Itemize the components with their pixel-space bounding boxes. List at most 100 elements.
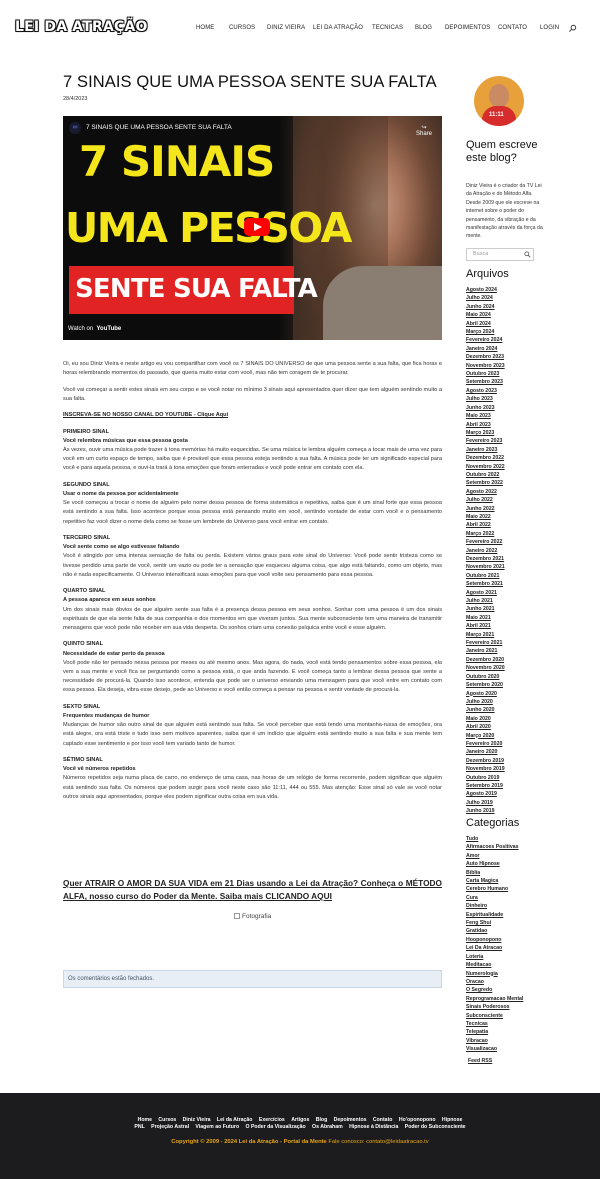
search-icon[interactable]: [568, 24, 577, 33]
category-link[interactable]: Afirmacoes Positivas: [466, 843, 544, 851]
nav-contato[interactable]: CONTATO: [498, 25, 527, 31]
category-link[interactable]: Feng Shui: [466, 919, 544, 927]
archive-link[interactable]: Novembro 2022: [466, 463, 544, 471]
archive-link[interactable]: Outubro 2021: [466, 572, 544, 580]
category-link[interactable]: Loteria: [466, 953, 544, 961]
search-icon[interactable]: [524, 251, 531, 258]
archive-link[interactable]: Abril 2023: [466, 421, 544, 429]
archive-link[interactable]: Dezembro 2022: [466, 454, 544, 462]
nav-depoimentos[interactable]: DEPOIMENTOS: [445, 25, 490, 31]
archive-link[interactable]: Dezembro 2020: [466, 656, 544, 664]
archive-link[interactable]: Outubro 2022: [466, 471, 544, 479]
archive-link[interactable]: Agosto 2024: [466, 286, 544, 294]
share-button[interactable]: ↪ Share: [416, 124, 432, 137]
archive-link[interactable]: Maio 2022: [466, 513, 544, 521]
archive-link[interactable]: Fevereiro 2020: [466, 740, 544, 748]
category-link[interactable]: Lei Da Atracao: [466, 944, 544, 952]
archive-link[interactable]: Setembro 2020: [466, 681, 544, 689]
archive-link[interactable]: Março 2020: [466, 732, 544, 740]
footer-nav-link[interactable]: Artigos: [291, 1117, 309, 1123]
category-link[interactable]: Hooponopono: [466, 936, 544, 944]
category-link[interactable]: Sinais Poderosos: [466, 1003, 544, 1011]
footer-nav-link[interactable]: Cursos: [158, 1117, 176, 1123]
archive-link[interactable]: Outubro 2020: [466, 673, 544, 681]
archive-link[interactable]: Março 2021: [466, 631, 544, 639]
nav-home[interactable]: HOME: [196, 25, 214, 31]
nav-login[interactable]: LOGIN: [540, 25, 559, 31]
watch-on-youtube-link[interactable]: Watch on YouTube: [68, 326, 121, 332]
archive-link[interactable]: Maio 2020: [466, 715, 544, 723]
category-link[interactable]: Numerologia: [466, 970, 544, 978]
archive-link[interactable]: Abril 2022: [466, 521, 544, 529]
archive-link[interactable]: Setembro 2022: [466, 479, 544, 487]
footer-nav-link[interactable]: Hipnose: [442, 1117, 462, 1123]
archive-link[interactable]: Janeiro 2024: [466, 345, 544, 353]
archive-link[interactable]: Novembro 2021: [466, 563, 544, 571]
archive-link[interactable]: Abril 2024: [466, 320, 544, 328]
footer-nav-link[interactable]: Home: [138, 1117, 152, 1123]
contact-email[interactable]: Fale conosco: contato@leidaatracao.tv: [327, 1139, 428, 1145]
archive-link[interactable]: Outubro 2023: [466, 370, 544, 378]
category-link[interactable]: Auto Hipnose: [466, 860, 544, 868]
nav-lei-da-atracao[interactable]: LEI DA ATRAÇÃO: [313, 25, 363, 31]
category-link[interactable]: Telepatia: [466, 1028, 544, 1036]
archive-link[interactable]: Março 2024: [466, 328, 544, 336]
archive-link[interactable]: Novembro 2019: [466, 765, 544, 773]
play-button-icon[interactable]: [244, 218, 270, 236]
category-link[interactable]: Subconsciente: [466, 1012, 544, 1020]
footer-nav-link[interactable]: Lei da Atração: [217, 1117, 253, 1123]
archive-link[interactable]: Julho 2020: [466, 698, 544, 706]
archive-link[interactable]: Agosto 2021: [466, 589, 544, 597]
archive-link[interactable]: Setembro 2019: [466, 782, 544, 790]
archive-link[interactable]: Julho 2023: [466, 395, 544, 403]
site-logo[interactable]: LEI DA ATRAÇÃO: [15, 19, 148, 35]
footer-nav-link[interactable]: Projeção Astral: [151, 1124, 189, 1130]
archive-link[interactable]: Agosto 2023: [466, 387, 544, 395]
archive-link[interactable]: Junho 2021: [466, 605, 544, 613]
archive-link[interactable]: Fevereiro 2021: [466, 639, 544, 647]
category-link[interactable]: Espiritualidade: [466, 911, 544, 919]
category-link[interactable]: Tecnicas: [466, 1020, 544, 1028]
archive-link[interactable]: Novembro 2020: [466, 664, 544, 672]
metodo-alfa-cta-link[interactable]: Quer ATRAIR O AMOR DA SUA VIDA em 21 Dia…: [63, 877, 442, 903]
archive-link[interactable]: Junho 2022: [466, 505, 544, 513]
footer-nav-link[interactable]: Viagem ao Futuro: [195, 1124, 239, 1130]
youtube-video-embed[interactable]: 7 SINAIS UMA PESSOA SENTE SUA FALTA ∞ 7 …: [63, 116, 442, 340]
archive-link[interactable]: Julho 2019: [466, 799, 544, 807]
archive-link[interactable]: Julho 2021: [466, 597, 544, 605]
footer-nav-link[interactable]: Blog: [316, 1117, 328, 1123]
archive-link[interactable]: Março 2023: [466, 429, 544, 437]
category-link[interactable]: O Segredo: [466, 986, 544, 994]
archive-link[interactable]: Junho 2023: [466, 404, 544, 412]
archive-link[interactable]: Junho 2020: [466, 706, 544, 714]
category-link[interactable]: Carta Magica: [466, 877, 544, 885]
category-link[interactable]: Vibracao: [466, 1037, 544, 1045]
archive-link[interactable]: Julho 2022: [466, 496, 544, 504]
archive-link[interactable]: Agosto 2020: [466, 690, 544, 698]
nav-tecnicas[interactable]: TECNICAS: [372, 25, 403, 31]
archive-link[interactable]: Janeiro 2020: [466, 748, 544, 756]
category-link[interactable]: Cerebro Humano: [466, 885, 544, 893]
archive-link[interactable]: Setembro 2023: [466, 378, 544, 386]
video-player-title[interactable]: 7 SINAIS QUE UMA PESSOA SENTE SUA FALTA: [86, 124, 232, 131]
archive-link[interactable]: Janeiro 2021: [466, 647, 544, 655]
archive-link[interactable]: Junho 2019: [466, 807, 544, 815]
archive-link[interactable]: Julho 2024: [466, 294, 544, 302]
archive-link[interactable]: Dezembro 2021: [466, 555, 544, 563]
archive-link[interactable]: Maio 2024: [466, 311, 544, 319]
category-link[interactable]: Amor: [466, 852, 544, 860]
archive-link[interactable]: Dezembro 2019: [466, 757, 544, 765]
footer-nav-link[interactable]: Diniz Vieira: [183, 1117, 211, 1123]
footer-nav-link[interactable]: O Poder da Visualização: [246, 1124, 306, 1130]
archive-link[interactable]: Abril 2020: [466, 723, 544, 731]
subscribe-youtube-link[interactable]: INSCREVA-SE NO NOSSO CANAL DO YOUTUBE - …: [63, 412, 228, 418]
footer-nav-link[interactable]: PNL: [134, 1124, 144, 1130]
nav-cursos[interactable]: CURSOS: [229, 25, 255, 31]
category-link[interactable]: Bíblia: [466, 869, 544, 877]
archive-link[interactable]: Maio 2021: [466, 614, 544, 622]
category-link[interactable]: Cura: [466, 894, 544, 902]
archive-link[interactable]: Fevereiro 2022: [466, 538, 544, 546]
footer-nav-link[interactable]: Hipnose à Distância: [349, 1124, 398, 1130]
category-link[interactable]: Tudo: [466, 835, 544, 843]
archive-link[interactable]: Dezembro 2023: [466, 353, 544, 361]
